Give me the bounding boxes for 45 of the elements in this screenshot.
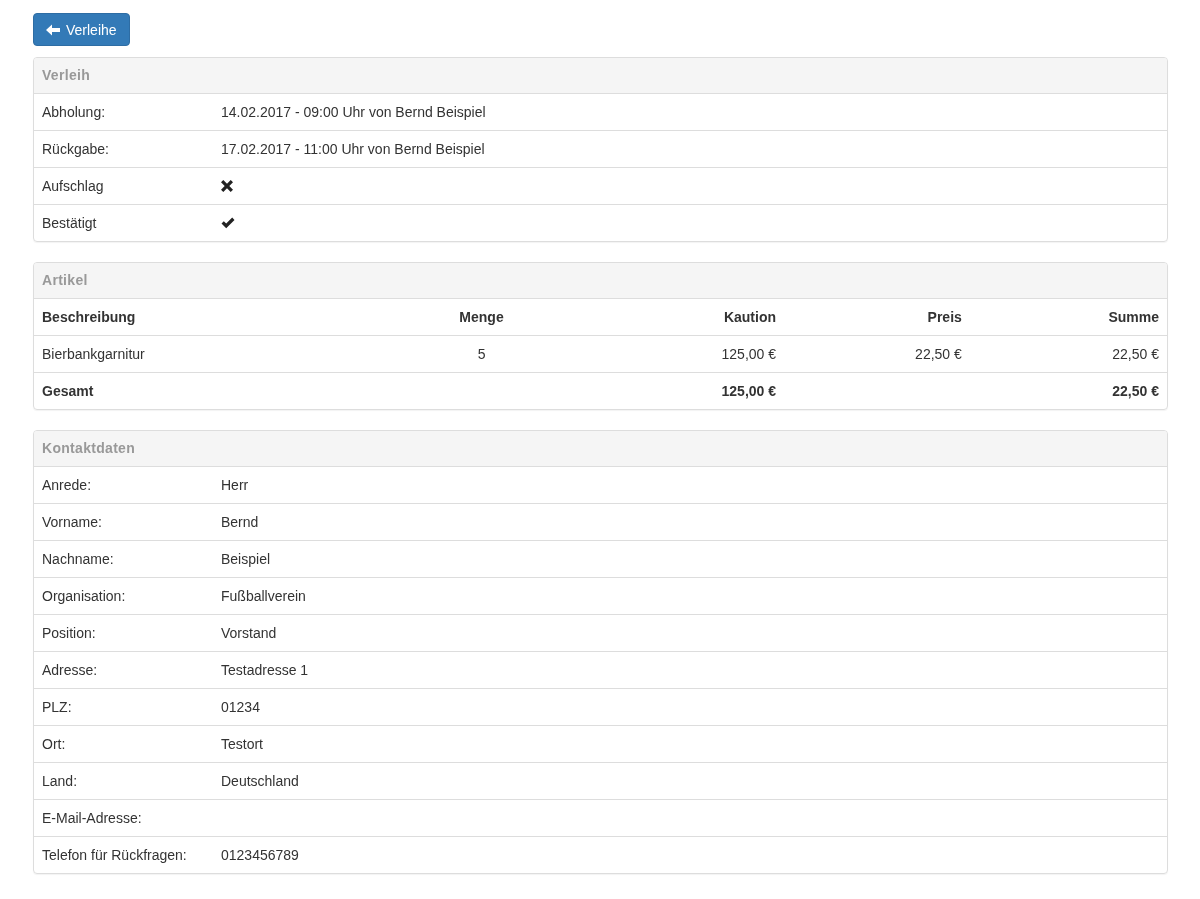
total-cell: 22,50 € [1112, 383, 1159, 399]
field-label: Abholung: [42, 104, 107, 120]
field-value: Deutschland [221, 773, 299, 789]
field-value: 14.02.2017 - 09:00 Uhr von Bernd Beispiel [221, 104, 486, 120]
field-label: Position: [42, 625, 97, 641]
column-header: Summe [1108, 309, 1159, 325]
column-header: Kaution [723, 309, 777, 325]
field-label: Adresse: [42, 662, 99, 678]
field-label: Anrede: [42, 477, 93, 493]
table-cell: 22,50 € [915, 346, 962, 362]
field-label: PLZ: [42, 699, 73, 715]
field-label: Telefon für Rückfragen: [42, 847, 188, 863]
column-header: Beschreibung [42, 309, 136, 325]
field-value: Beispiel [221, 551, 271, 567]
field-label: Nachname: [42, 551, 115, 567]
field-value: Herr [221, 477, 249, 493]
field-label: Ort: [42, 736, 67, 752]
column-header: Preis [927, 309, 962, 325]
field-label: Rückgabe: [42, 141, 110, 157]
field-label: Organisation: [42, 588, 127, 604]
table-cell: 5 [477, 346, 486, 362]
field-value: 01234 [221, 699, 260, 715]
field-value: Testort [221, 736, 263, 752]
panel-heading: Artikel [34, 263, 1167, 299]
field-label: Aufschlag [42, 178, 105, 194]
column-header: Menge [459, 309, 504, 325]
field-value: Vorstand [221, 625, 277, 641]
table-cell: 125,00 € [721, 346, 777, 362]
total-cell: 125,00 € [721, 383, 777, 399]
table-cell: Bierbankgarnitur [42, 346, 145, 362]
field-value: Bernd [221, 514, 259, 530]
field-value: 0123456789 [221, 847, 299, 863]
total-cell: Gesamt [42, 383, 94, 399]
field-label: Land: [42, 773, 79, 789]
back-button[interactable]: Verleihe [33, 13, 130, 46]
field-label: E-Mail-Adresse: [42, 810, 143, 826]
field-value: 17.02.2017 - 11:00 Uhr von Bernd Beispiel [221, 141, 485, 157]
arrow-left-icon [46, 23, 60, 36]
field-label: Bestätigt [42, 215, 98, 231]
field-value: Fußballverein [221, 588, 306, 604]
panel-heading: Kontaktdaten [34, 431, 1167, 467]
table-cell: 22,50 € [1112, 346, 1159, 362]
panel-heading: Verleih [34, 58, 1167, 94]
field-label: Vorname: [42, 514, 103, 530]
field-value: Testadresse 1 [221, 662, 309, 678]
